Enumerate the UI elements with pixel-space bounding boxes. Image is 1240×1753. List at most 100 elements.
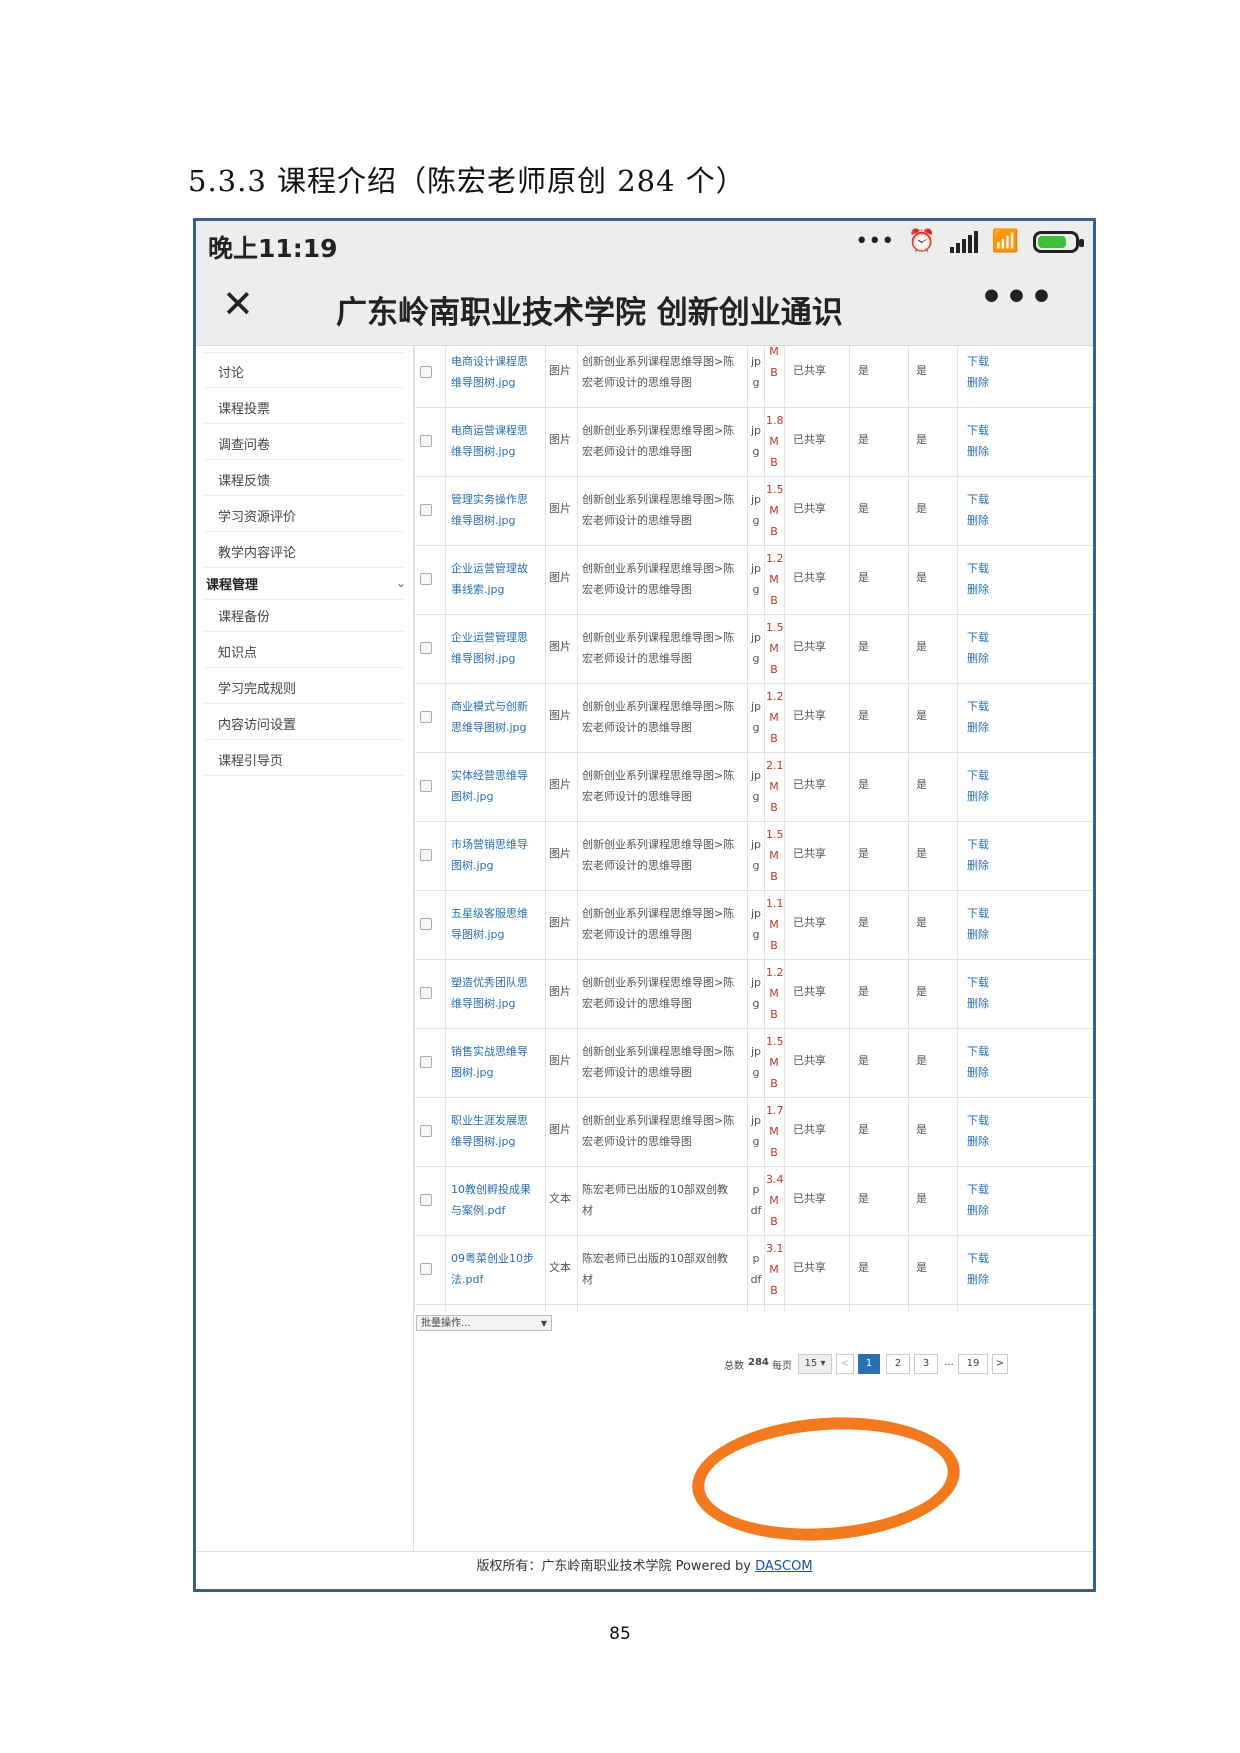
download-link[interactable]: 下载 — [967, 627, 989, 648]
download-link[interactable]: 下载 — [967, 351, 989, 372]
sidebar-item-completion-rules[interactable]: 学习完成规则 — [218, 678, 296, 697]
per-page-select[interactable]: 15 ▾ — [798, 1354, 832, 1374]
sidebar-item-knowledge[interactable]: 知识点 — [218, 642, 257, 661]
sidebar-item-vote[interactable]: 课程投票 — [218, 398, 270, 417]
dascom-link[interactable]: DASCOM — [755, 1559, 812, 1574]
description-line: 创新创业系列课程思维导图>陈 — [582, 700, 735, 713]
download-link[interactable]: 下载 — [967, 1179, 989, 1200]
close-icon[interactable]: ✕ — [222, 285, 254, 323]
flag-yes: 是 — [858, 985, 869, 998]
row-checkbox[interactable] — [420, 987, 432, 999]
page-2-button[interactable]: 2 — [886, 1354, 910, 1374]
file-name-link[interactable]: 09粤菜创业10步 法.pdf — [451, 1248, 543, 1290]
file-name-link[interactable]: 职业生涯发展思 维导图树.jpg — [451, 1110, 543, 1152]
file-name-link[interactable]: 五星级客服思维 导图树.jpg — [451, 903, 543, 945]
chevron-down-icon[interactable]: ⌄ — [396, 576, 406, 590]
sidebar-item-content-comment[interactable]: 教学内容评论 — [218, 542, 296, 561]
download-link[interactable]: 下载 — [967, 420, 989, 441]
extension-line: jp — [750, 1045, 762, 1058]
sidebar-item-discussion[interactable]: 讨论 — [218, 362, 244, 381]
file-name-link[interactable]: 管理实务操作思 维导图树.jpg — [451, 489, 543, 531]
row-actions: 下载 删除 — [967, 972, 989, 1014]
file-name-link[interactable]: 企业运营管理思 维导图树.jpg — [451, 627, 543, 669]
row-checkbox[interactable] — [420, 1263, 432, 1275]
row-checkbox[interactable] — [420, 366, 432, 378]
flag-yes: 是 — [916, 502, 927, 515]
download-link[interactable]: 下载 — [967, 1041, 989, 1062]
delete-link[interactable]: 删除 — [967, 717, 989, 738]
row-checkbox[interactable] — [420, 918, 432, 930]
table-row: 市场营销思维导 图树.jpg 图片 创新创业系列课程思维导图>陈 宏老师设计的思维导图 j… — [414, 821, 1093, 891]
download-link[interactable]: 下载 — [967, 696, 989, 717]
row-checkbox[interactable] — [420, 1056, 432, 1068]
table-row: 09粤菜创业10步 法.pdf 文本 陈宏老师已出版的10部双创教材 p df 3.1 M B 已… — [414, 1235, 1093, 1305]
next-page-button[interactable]: > — [992, 1354, 1008, 1374]
page-3-button[interactable]: 3 — [914, 1354, 938, 1374]
delete-link[interactable]: 删除 — [967, 1131, 989, 1152]
sidebar-item-backup[interactable]: 课程备份 — [218, 606, 270, 625]
sidebar-item-survey[interactable]: 调查问卷 — [218, 434, 270, 453]
download-link[interactable]: 下载 — [967, 1248, 989, 1269]
download-link[interactable]: 下载 — [967, 489, 989, 510]
file-name-link[interactable]: 10教创孵投成果 与案例.pdf — [451, 1179, 543, 1221]
row-checkbox[interactable] — [420, 435, 432, 447]
sidebar-group-course-mgmt[interactable]: 课程管理 — [206, 574, 258, 593]
share-status: 已共享 — [793, 1192, 826, 1205]
page-current[interactable]: 1 — [858, 1354, 880, 1374]
sidebar-item-access-settings[interactable]: 内容访问设置 — [218, 714, 296, 733]
flag-yes: 是 — [916, 433, 927, 446]
delete-link[interactable]: 删除 — [967, 924, 989, 945]
file-description: 创新创业系列课程思维导图>陈 宏老师设计的思维导图 — [582, 351, 747, 393]
row-checkbox[interactable] — [420, 1125, 432, 1137]
file-name-line: 企业运营管理故 — [451, 562, 528, 575]
delete-link[interactable]: 删除 — [967, 1062, 989, 1083]
row-checkbox[interactable] — [420, 1194, 432, 1206]
batch-operation-select[interactable]: 批量操作... ▼ — [416, 1315, 552, 1331]
file-name-link[interactable]: 电商设计课程思 维导图树.jpg — [451, 351, 543, 393]
file-name-link[interactable]: 市场营销思维导 图树.jpg — [451, 834, 543, 876]
delete-link[interactable]: 删除 — [967, 648, 989, 669]
file-name-link[interactable]: 实体经营思维导 图树.jpg — [451, 765, 543, 807]
size-line: B — [770, 663, 778, 676]
row-checkbox[interactable] — [420, 849, 432, 861]
file-extension: jp g — [750, 627, 762, 669]
row-checkbox[interactable] — [420, 780, 432, 792]
row-checkbox[interactable] — [420, 573, 432, 585]
delete-link[interactable]: 删除 — [967, 855, 989, 876]
download-link[interactable]: 下载 — [967, 558, 989, 579]
sidebar-item-feedback[interactable]: 课程反馈 — [218, 470, 270, 489]
download-link[interactable]: 下载 — [967, 765, 989, 786]
delete-link[interactable]: 删除 — [967, 786, 989, 807]
extension-line: g — [752, 721, 760, 734]
file-name-link[interactable]: 塑造优秀团队思 维导图树.jpg — [451, 972, 543, 1014]
delete-link[interactable]: 删除 — [967, 1269, 989, 1290]
download-link[interactable]: 下载 — [967, 1110, 989, 1131]
delete-link[interactable]: 删除 — [967, 372, 989, 393]
file-size: 1.5 M B — [766, 1031, 784, 1094]
per-page-value: 15 — [804, 1358, 818, 1369]
row-checkbox[interactable] — [420, 642, 432, 654]
prev-page-button[interactable]: < — [836, 1354, 854, 1374]
more-icon[interactable]: ••• — [980, 277, 1055, 318]
delete-link[interactable]: 删除 — [967, 441, 989, 462]
sidebar-item-guide-page[interactable]: 课程引导页 — [218, 750, 283, 769]
delete-link[interactable]: 删除 — [967, 579, 989, 600]
page-19-button[interactable]: 19 — [958, 1354, 988, 1374]
file-name-link[interactable]: 电商运营课程思 维导图树.jpg — [451, 420, 543, 462]
file-description: 创新创业系列课程思维导图>陈 宏老师设计的思维导图 — [582, 972, 747, 1014]
row-checkbox[interactable] — [420, 504, 432, 516]
row-checkbox[interactable] — [420, 711, 432, 723]
size-line: B — [770, 801, 778, 814]
delete-link[interactable]: 删除 — [967, 1200, 989, 1221]
delete-link[interactable]: 删除 — [967, 993, 989, 1014]
download-link[interactable]: 下载 — [967, 834, 989, 855]
file-name-link[interactable]: 商业模式与创新 思维导图树.jpg — [451, 696, 543, 738]
delete-link[interactable]: 删除 — [967, 510, 989, 531]
download-link[interactable]: 下载 — [967, 972, 989, 993]
file-name-link[interactable]: 企业运营管理故 事线索.jpg — [451, 558, 543, 600]
extension-line: jp — [750, 562, 762, 575]
sidebar-item-resource-eval[interactable]: 学习资源评价 — [218, 506, 296, 525]
download-link[interactable]: 下载 — [967, 903, 989, 924]
file-name-link[interactable]: 销售实战思维导 图树.jpg — [451, 1041, 543, 1083]
extension-line: jp — [750, 700, 762, 713]
